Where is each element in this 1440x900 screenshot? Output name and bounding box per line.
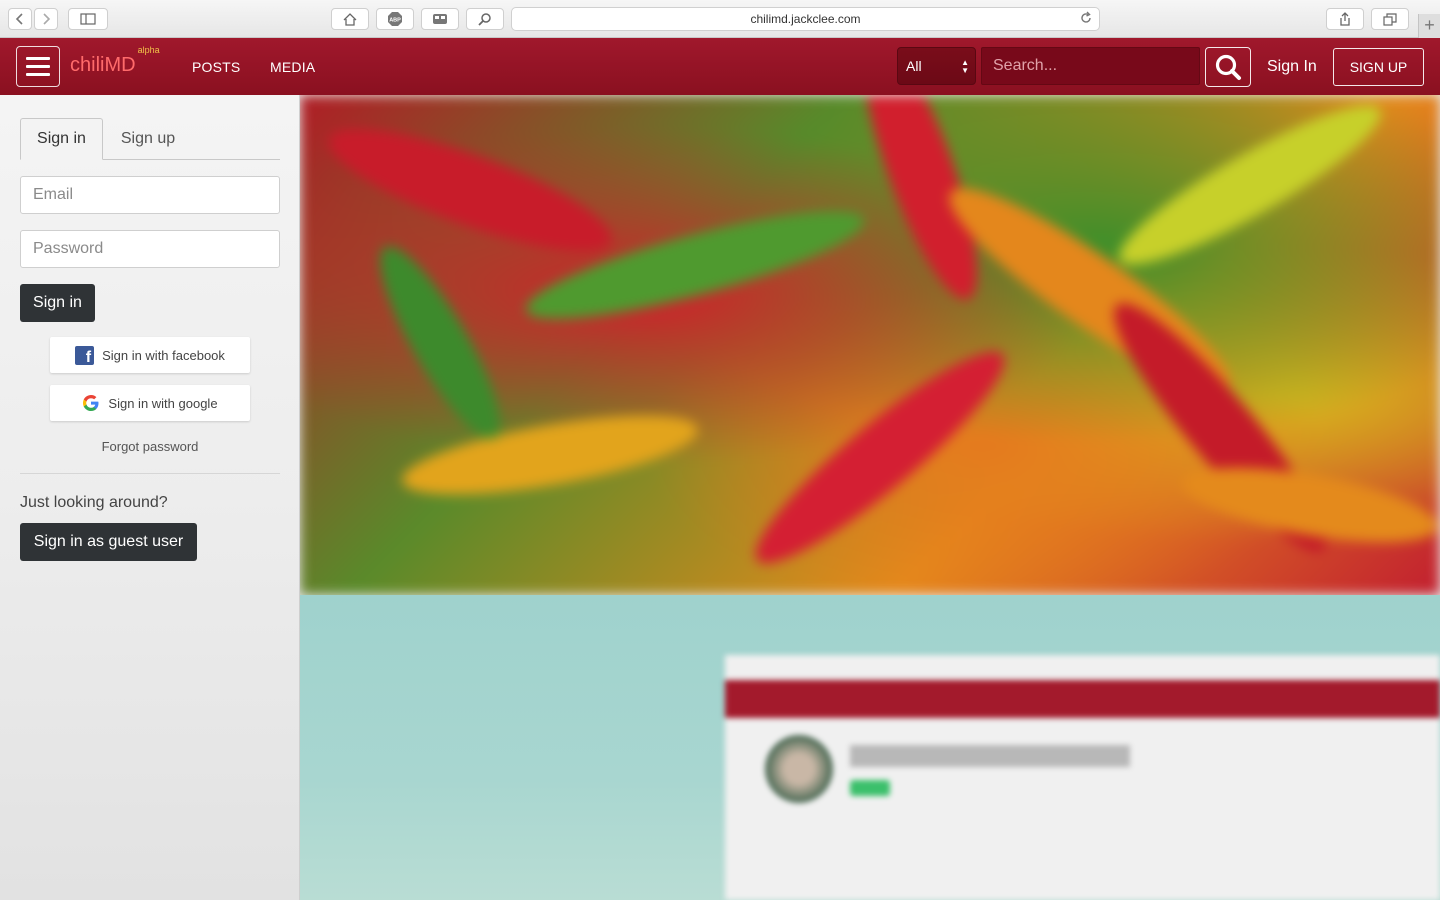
nav-posts[interactable]: POSTS (192, 59, 240, 75)
app-navbar: chiliMDalpha POSTS MEDIA All ▲▼ Sign In … (0, 38, 1440, 95)
brand-logo[interactable]: chiliMDalpha (70, 45, 160, 77)
search-icon (1215, 54, 1241, 80)
password-field[interactable] (20, 230, 280, 268)
auth-tabs: Sign in Sign up (20, 118, 280, 160)
email-field[interactable] (20, 176, 280, 214)
sidebar-toggle-icon[interactable] (68, 8, 108, 30)
browser-toolbar: ABP chilimd.jackclee.com + (0, 0, 1440, 38)
facebook-signin-button[interactable]: Sign in with facebook (50, 337, 250, 373)
home-icon[interactable] (331, 8, 369, 30)
find-icon[interactable] (466, 8, 504, 30)
select-arrows-icon: ▲ ▼ (961, 58, 969, 75)
address-bar[interactable]: chilimd.jackclee.com (511, 7, 1100, 31)
facebook-signin-label: Sign in with facebook (102, 347, 225, 363)
svg-text:ABP: ABP (389, 18, 401, 24)
google-signin-button[interactable]: Sign in with google (50, 385, 250, 421)
nav-media[interactable]: MEDIA (270, 59, 315, 75)
filter-value: All (906, 58, 922, 74)
share-icon[interactable] (1326, 8, 1364, 30)
hero-image (300, 95, 1440, 595)
tab-signup[interactable]: Sign up (103, 118, 193, 160)
google-signin-label: Sign in with google (108, 395, 218, 411)
tabs-overview-icon[interactable] (1371, 8, 1409, 30)
new-tab-icon[interactable]: + (1418, 14, 1440, 38)
main-hero (300, 95, 1440, 900)
adblock-icon[interactable]: ABP (376, 8, 414, 30)
facebook-icon (75, 345, 95, 367)
search-button[interactable] (1205, 47, 1251, 87)
search-filter-select[interactable]: All ▲ ▼ (897, 47, 976, 85)
reload-icon[interactable] (1079, 11, 1093, 28)
nav-signin-link[interactable]: Sign In (1267, 58, 1317, 76)
signin-button[interactable]: Sign in (20, 284, 95, 322)
url-text: chilimd.jackclee.com (750, 12, 861, 26)
divider (20, 473, 280, 474)
forgot-password-link[interactable]: Forgot password (20, 439, 280, 454)
brand-badge: alpha (137, 45, 160, 56)
google-icon (83, 395, 99, 411)
tab-signin[interactable]: Sign in (20, 118, 103, 160)
signin-sidebar: Sign in Sign up Sign in Sign in with fac… (0, 95, 300, 900)
forward-icon[interactable] (34, 8, 58, 30)
search-input[interactable] (981, 47, 1200, 85)
app-preview-image (725, 655, 1440, 900)
hamburger-icon[interactable] (16, 46, 60, 87)
brand-name: chiliMD (70, 54, 136, 76)
guest-prompt: Just looking around? (20, 494, 168, 511)
back-icon[interactable] (8, 8, 32, 30)
nav-signup-button[interactable]: SIGN UP (1333, 48, 1424, 86)
reader-icon[interactable] (421, 8, 459, 30)
guest-signin-button[interactable]: Sign in as guest user (20, 523, 197, 561)
